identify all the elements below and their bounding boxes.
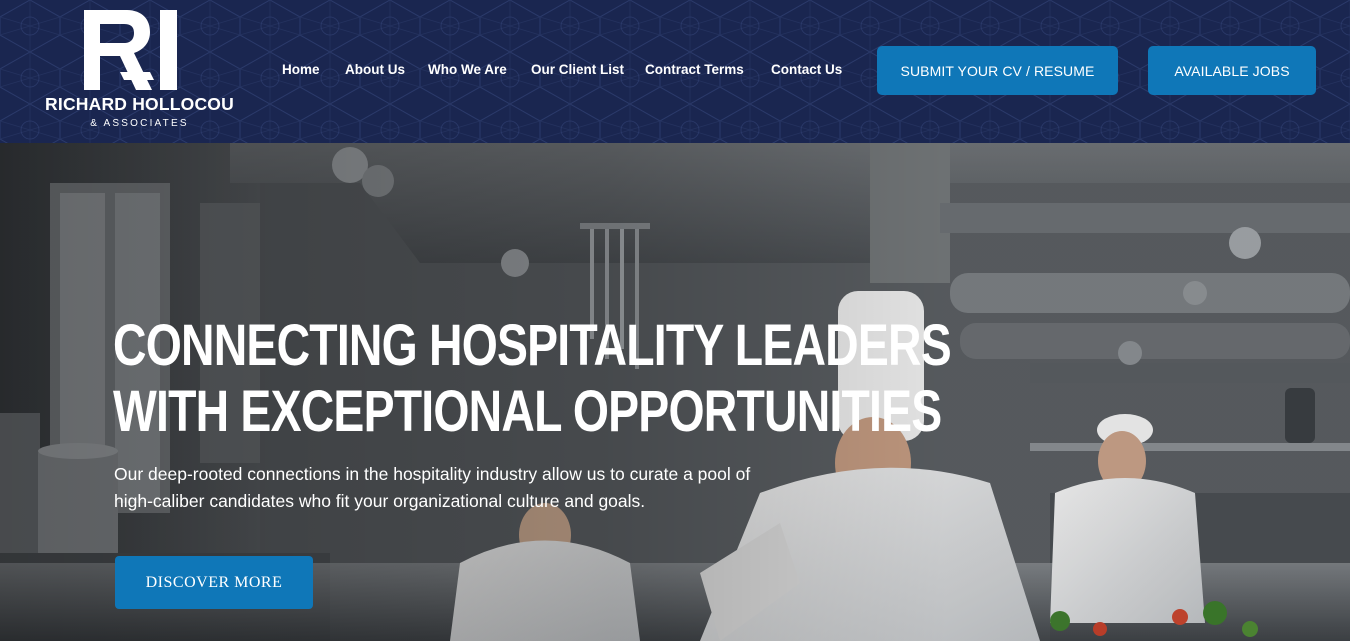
hero-title-line-2: WITH EXCEPTIONAL OPPORTUNITIES (113, 379, 942, 444)
nav-our-client-list[interactable]: Our Client List (531, 60, 624, 80)
available-jobs-button[interactable]: AVAILABLE JOBS (1148, 46, 1316, 95)
nav-home[interactable]: Home (282, 60, 320, 80)
nav-contact-us[interactable]: Contact Us (771, 60, 842, 80)
nav-who-we-are[interactable]: Who We Are (428, 60, 507, 80)
logo-mark-ri (84, 10, 177, 90)
brand-logo[interactable]: RICHARD HOLLOCOU & ASSOCIATES (32, 8, 247, 136)
hero-title: CONNECTING HOSPITALITY LEADERS WITH EXCE… (113, 313, 952, 445)
submit-cv-button[interactable]: SUBMIT YOUR CV / RESUME (877, 46, 1118, 95)
hero-section: CONNECTING HOSPITALITY LEADERS WITH EXCE… (0, 143, 1350, 641)
discover-more-button[interactable]: DISCOVER MORE (115, 556, 313, 609)
brand-name: RICHARD HOLLOCOU (45, 94, 234, 114)
nav-contract-terms[interactable]: Contract Terms (645, 60, 744, 80)
hero-title-line-1: CONNECTING HOSPITALITY LEADERS (113, 313, 952, 378)
nav-about-us[interactable]: About Us (345, 60, 405, 80)
brand-subtitle: & ASSOCIATES (90, 118, 189, 129)
hero-description: Our deep-rooted connections in the hospi… (114, 464, 751, 511)
site-header: RICHARD HOLLOCOU & ASSOCIATES Home About… (0, 0, 1350, 143)
